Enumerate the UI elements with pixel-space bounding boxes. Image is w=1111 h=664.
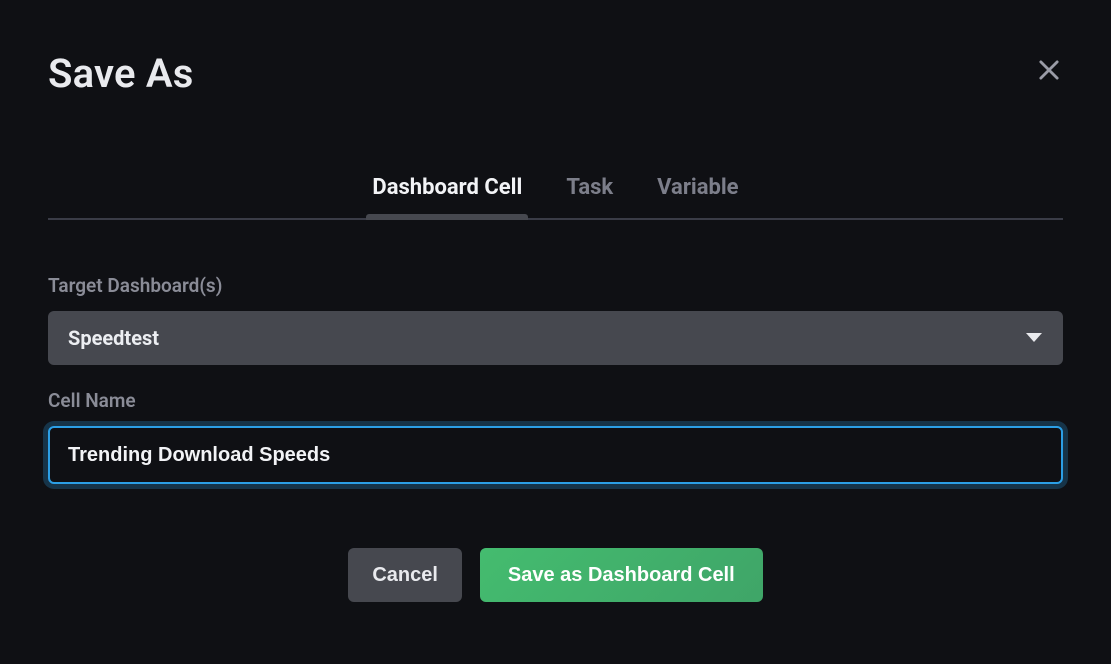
cell-name-input-wrap bbox=[48, 426, 1063, 484]
target-dashboard-label: Target Dashboard(s) bbox=[48, 274, 1063, 297]
tabs: Dashboard Cell Task Variable bbox=[48, 175, 1063, 218]
tab-task[interactable]: Task bbox=[566, 175, 613, 218]
cell-name-label: Cell Name bbox=[48, 389, 1063, 412]
target-dashboard-value: Speedtest bbox=[68, 326, 159, 350]
cell-name-input[interactable] bbox=[48, 426, 1063, 484]
target-dashboard-group: Target Dashboard(s) Speedtest bbox=[48, 274, 1063, 365]
cancel-button[interactable]: Cancel bbox=[348, 548, 462, 602]
cell-name-group: Cell Name bbox=[48, 389, 1063, 484]
save-as-modal: Save As Dashboard Cell Task Variable Tar… bbox=[0, 0, 1111, 642]
chevron-down-icon bbox=[1025, 332, 1043, 344]
form: Target Dashboard(s) Speedtest Cell Name bbox=[48, 274, 1063, 484]
target-dashboard-select[interactable]: Speedtest bbox=[48, 311, 1063, 365]
modal-title: Save As bbox=[48, 50, 194, 97]
tab-variable[interactable]: Variable bbox=[657, 175, 738, 218]
modal-actions: Cancel Save as Dashboard Cell bbox=[48, 548, 1063, 602]
modal-header: Save As bbox=[48, 50, 1063, 97]
close-button[interactable] bbox=[1035, 56, 1063, 84]
tabs-container: Dashboard Cell Task Variable bbox=[48, 175, 1063, 220]
save-button[interactable]: Save as Dashboard Cell bbox=[480, 548, 763, 602]
tab-dashboard-cell[interactable]: Dashboard Cell bbox=[372, 175, 522, 218]
close-icon bbox=[1035, 56, 1063, 84]
